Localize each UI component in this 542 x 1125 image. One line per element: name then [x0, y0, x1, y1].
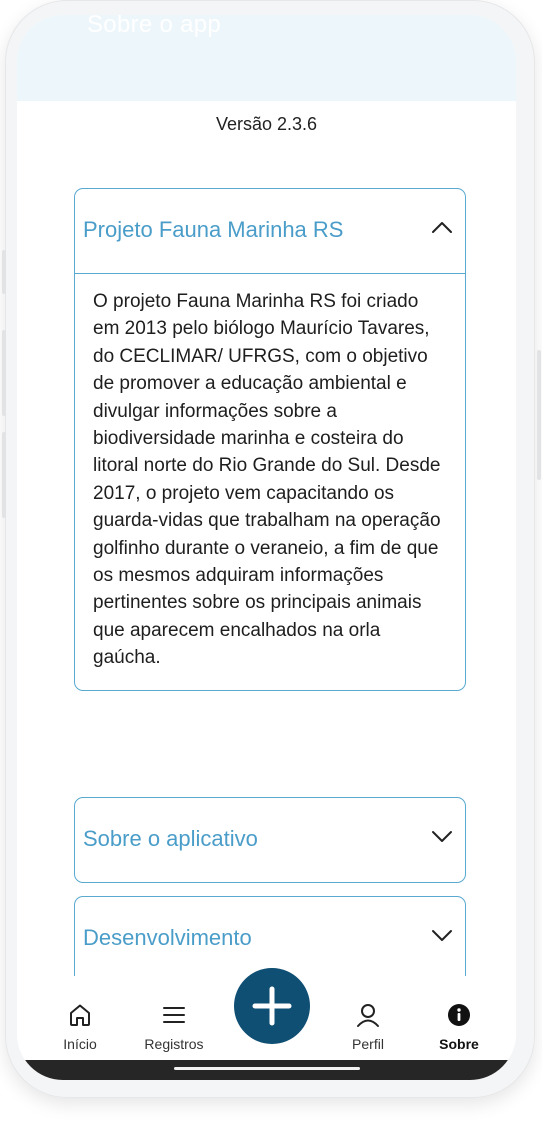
- accordion-title: Projeto Fauna Marinha RS: [83, 217, 344, 242]
- app-screen: Sobre o app Versão 2.3.6 Projeto Fauna M…: [17, 15, 516, 1080]
- accordion-project: Projeto Fauna Marinha RS O projeto Fauna…: [74, 188, 466, 691]
- page-title: Sobre o app: [87, 15, 222, 38]
- app-header: Sobre o app: [17, 15, 516, 101]
- nav-label: Registros: [144, 1036, 204, 1052]
- accordion-about-app[interactable]: Sobre o aplicativo: [74, 797, 466, 883]
- nav-label: Início: [63, 1036, 97, 1052]
- nav-item-registros[interactable]: Registros: [134, 1002, 214, 1052]
- system-navigation-bar: [17, 1060, 516, 1080]
- side-button: [2, 432, 6, 518]
- nav-item-sobre[interactable]: Sobre: [419, 1002, 499, 1052]
- plus-icon: [252, 986, 292, 1026]
- home-indicator[interactable]: [174, 1067, 360, 1070]
- info-icon: [448, 1004, 470, 1026]
- home-icon: [70, 1004, 90, 1026]
- user-icon: [357, 1004, 379, 1027]
- accordion-title: Desenvolvimento: [83, 925, 252, 950]
- nav-item-perfil[interactable]: Perfil: [328, 1002, 408, 1052]
- side-button: [537, 350, 541, 480]
- accordion-title: Sobre o aplicativo: [83, 826, 258, 851]
- accordion-body-text: O projeto Fauna Marinha RS foi criado em…: [93, 291, 441, 669]
- chevron-down-icon: [432, 831, 452, 842]
- nav-item-inicio[interactable]: Início: [40, 1002, 120, 1052]
- stage: Sobre o app Versão 2.3.6 Projeto Fauna M…: [0, 0, 542, 1125]
- side-button: [2, 330, 6, 416]
- accordion-header-project[interactable]: Projeto Fauna Marinha RS: [75, 189, 465, 273]
- chevron-up-icon: [432, 222, 452, 233]
- nav-label: Sobre: [439, 1036, 479, 1052]
- menu-icon: [163, 1007, 185, 1023]
- side-button: [2, 250, 6, 294]
- version-label: Versão 2.3.6: [215, 114, 318, 134]
- chevron-down-icon: [432, 930, 452, 941]
- add-record-button[interactable]: [234, 968, 310, 1044]
- nav-label: Perfil: [352, 1036, 384, 1052]
- accordion-header-about-app[interactable]: Sobre o aplicativo: [75, 798, 465, 882]
